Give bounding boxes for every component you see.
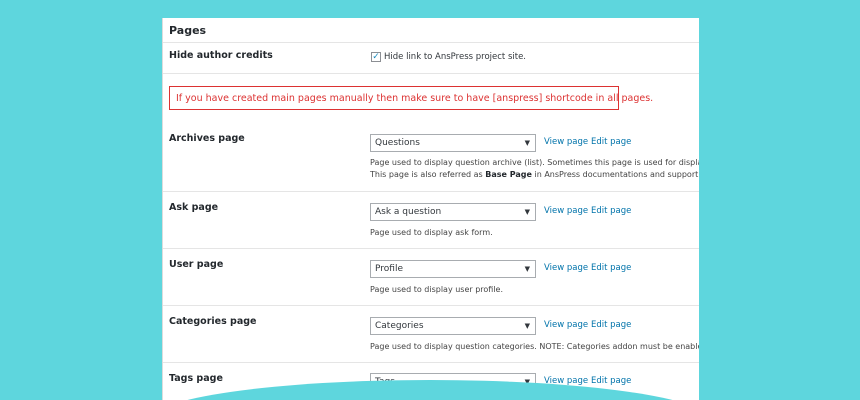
archives-page-selected: Questions <box>375 138 420 148</box>
hide-credits-label: Hide author credits <box>169 50 273 61</box>
divider <box>163 42 699 43</box>
user-edit-page-link[interactable]: Edit page <box>591 263 631 273</box>
divider <box>163 73 699 74</box>
ask-page-selected: Ask a question <box>375 207 442 217</box>
dropdown-arrow-icon: ▼ <box>524 139 530 147</box>
divider <box>163 191 699 192</box>
user-page-description: Page used to display user profile. <box>370 285 504 294</box>
divider <box>163 248 699 249</box>
archives-page-description-2: This page is also referred as Base Page … <box>370 170 699 179</box>
archives-page-description: Page used to display question archive (l… <box>370 158 699 167</box>
categories-page-description: Page used to display question categories… <box>370 342 699 351</box>
divider <box>163 362 699 363</box>
hide-credits-checkbox[interactable]: ✓ <box>371 52 381 62</box>
ask-page-description: Page used to display ask form. <box>370 228 493 237</box>
dropdown-arrow-icon: ▼ <box>524 265 530 273</box>
archives-view-page-link[interactable]: View page <box>544 137 588 147</box>
user-page-select[interactable]: Profile ▼ <box>370 260 536 278</box>
shortcode-notice: If you have created main pages manually … <box>169 86 653 110</box>
dropdown-arrow-icon: ▼ <box>524 208 530 216</box>
hide-credits-option[interactable]: ✓ Hide link to AnsPress project site. <box>371 52 526 62</box>
tags-edit-page-link[interactable]: Edit page <box>591 376 631 386</box>
ask-page-label: Ask page <box>169 202 219 213</box>
user-page-selected: Profile <box>375 264 403 274</box>
ask-page-select[interactable]: Ask a question ▼ <box>370 203 536 221</box>
divider <box>163 305 699 306</box>
categories-page-label: Categories page <box>169 316 257 327</box>
hide-credits-checkbox-label[interactable]: Hide link to AnsPress project site. <box>384 52 526 62</box>
categories-page-selected: Categories <box>375 321 424 331</box>
archives-page-select[interactable]: Questions ▼ <box>370 134 536 152</box>
user-page-label: User page <box>169 259 224 270</box>
user-view-page-link[interactable]: View page <box>544 263 588 273</box>
ask-view-page-link[interactable]: View page <box>544 206 588 216</box>
categories-page-select[interactable]: Categories ▼ <box>370 317 536 335</box>
checkmark-icon: ✓ <box>372 51 380 62</box>
ask-edit-page-link[interactable]: Edit page <box>591 206 631 216</box>
archives-page-label: Archives page <box>169 133 245 144</box>
tags-page-label: Tags page <box>169 373 223 384</box>
section-title: Pages <box>169 24 207 37</box>
categories-edit-page-link[interactable]: Edit page <box>591 320 631 330</box>
dropdown-arrow-icon: ▼ <box>524 322 530 330</box>
categories-view-page-link[interactable]: View page <box>544 320 588 330</box>
settings-panel: Pages Hide author credits ✓ Hide link to… <box>162 18 699 400</box>
archives-edit-page-link[interactable]: Edit page <box>591 137 631 147</box>
